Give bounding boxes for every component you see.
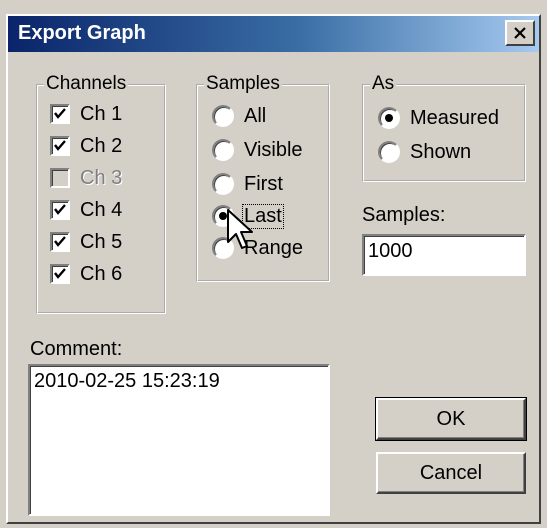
checkmark-icon [54, 268, 66, 279]
mouse-pointer-icon [227, 209, 253, 249]
channel-ch6-checkbox[interactable]: Ch 6 [50, 260, 122, 288]
title-bar[interactable]: Export Graph [8, 16, 539, 52]
channels-group: Channels Ch 1 Ch 2 Ch 3 Ch 4 Ch 5 Ch 6 [36, 73, 166, 314]
checkmark-icon [54, 140, 66, 151]
radio-circle[interactable] [378, 107, 400, 129]
channel-label: Ch 3 [80, 166, 123, 189]
checkmark-icon [54, 236, 66, 247]
channel-label: Ch 1 [80, 102, 123, 125]
checkbox-box[interactable] [50, 264, 70, 284]
export-graph-dialog: Export Graph Channels Ch 1 Ch 2 Ch 3 Ch … [0, 0, 547, 528]
radio-label: Visible [244, 138, 303, 161]
channel-ch4-checkbox[interactable]: Ch 4 [50, 196, 122, 224]
radio-circle[interactable] [212, 173, 234, 195]
as-group: As Measured Shown [362, 73, 526, 182]
radio-label: All [244, 104, 267, 127]
samples-all-radio[interactable]: All [212, 102, 266, 130]
comment-value: 2010-02-25 15:23:19 [34, 370, 220, 392]
checkmark-icon [54, 204, 66, 215]
samples-visible-radio[interactable]: Visible [212, 136, 303, 164]
checkbox-box[interactable] [50, 104, 70, 124]
as-shown-radio[interactable]: Shown [378, 138, 471, 166]
channels-legend: Channels [44, 73, 129, 95]
comment-label: Comment: [30, 338, 123, 360]
channel-ch1-checkbox[interactable]: Ch 1 [50, 100, 122, 128]
channel-ch3-checkbox[interactable]: Ch 3 [50, 164, 122, 192]
radio-label: Shown [410, 140, 472, 163]
samples-count-value: 1000 [368, 240, 413, 262]
checkbox-box[interactable] [50, 232, 70, 252]
channel-label: Ch 5 [80, 230, 123, 253]
close-icon [514, 27, 526, 39]
ok-button-label: OK [436, 407, 466, 430]
samples-count-label: Samples: [362, 204, 446, 226]
window-title: Export Graph [18, 22, 146, 44]
channel-label: Ch 4 [80, 198, 123, 221]
as-measured-radio[interactable]: Measured [378, 104, 499, 132]
samples-group: Samples All Visible First Last Range [196, 73, 330, 282]
radio-circle[interactable] [378, 141, 400, 163]
samples-count-input[interactable]: 1000 [362, 234, 526, 276]
radio-label: Measured [410, 106, 499, 129]
cancel-button-label: Cancel [419, 461, 483, 484]
ok-button[interactable]: OK [375, 397, 527, 441]
radio-circle[interactable] [212, 105, 234, 127]
samples-first-radio[interactable]: First [212, 170, 283, 198]
channel-ch2-checkbox[interactable]: Ch 2 [50, 132, 122, 160]
samples-legend: Samples [204, 73, 282, 95]
checkmark-icon [54, 108, 66, 119]
cancel-button[interactable]: Cancel [376, 452, 526, 494]
close-button[interactable] [505, 20, 535, 46]
channel-label: Ch 6 [80, 262, 123, 285]
radio-label: First [244, 172, 283, 195]
checkbox-box[interactable] [50, 200, 70, 220]
as-legend: As [370, 73, 397, 95]
radio-dot [385, 114, 393, 122]
checkbox-box[interactable] [50, 168, 70, 188]
checkbox-box[interactable] [50, 136, 70, 156]
channel-label: Ch 2 [80, 134, 123, 157]
channel-ch5-checkbox[interactable]: Ch 5 [50, 228, 122, 256]
radio-circle[interactable] [212, 139, 234, 161]
comment-textarea[interactable]: 2010-02-25 15:23:19 [28, 364, 330, 516]
